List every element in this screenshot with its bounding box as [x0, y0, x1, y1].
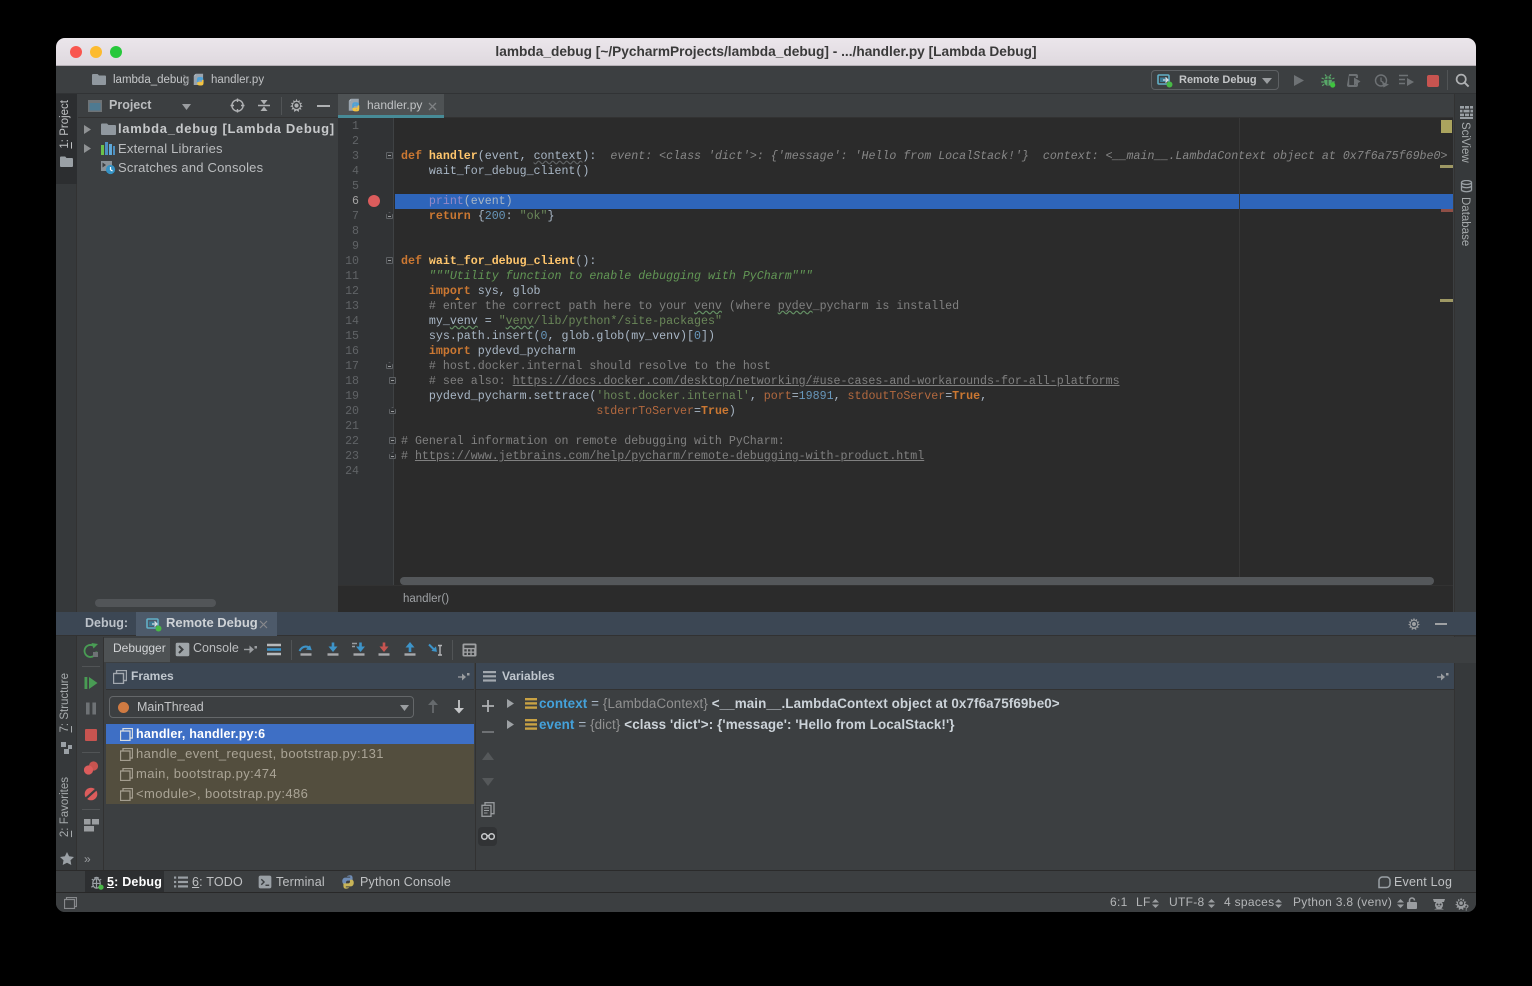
svg-text:?: ? [1464, 903, 1469, 911]
